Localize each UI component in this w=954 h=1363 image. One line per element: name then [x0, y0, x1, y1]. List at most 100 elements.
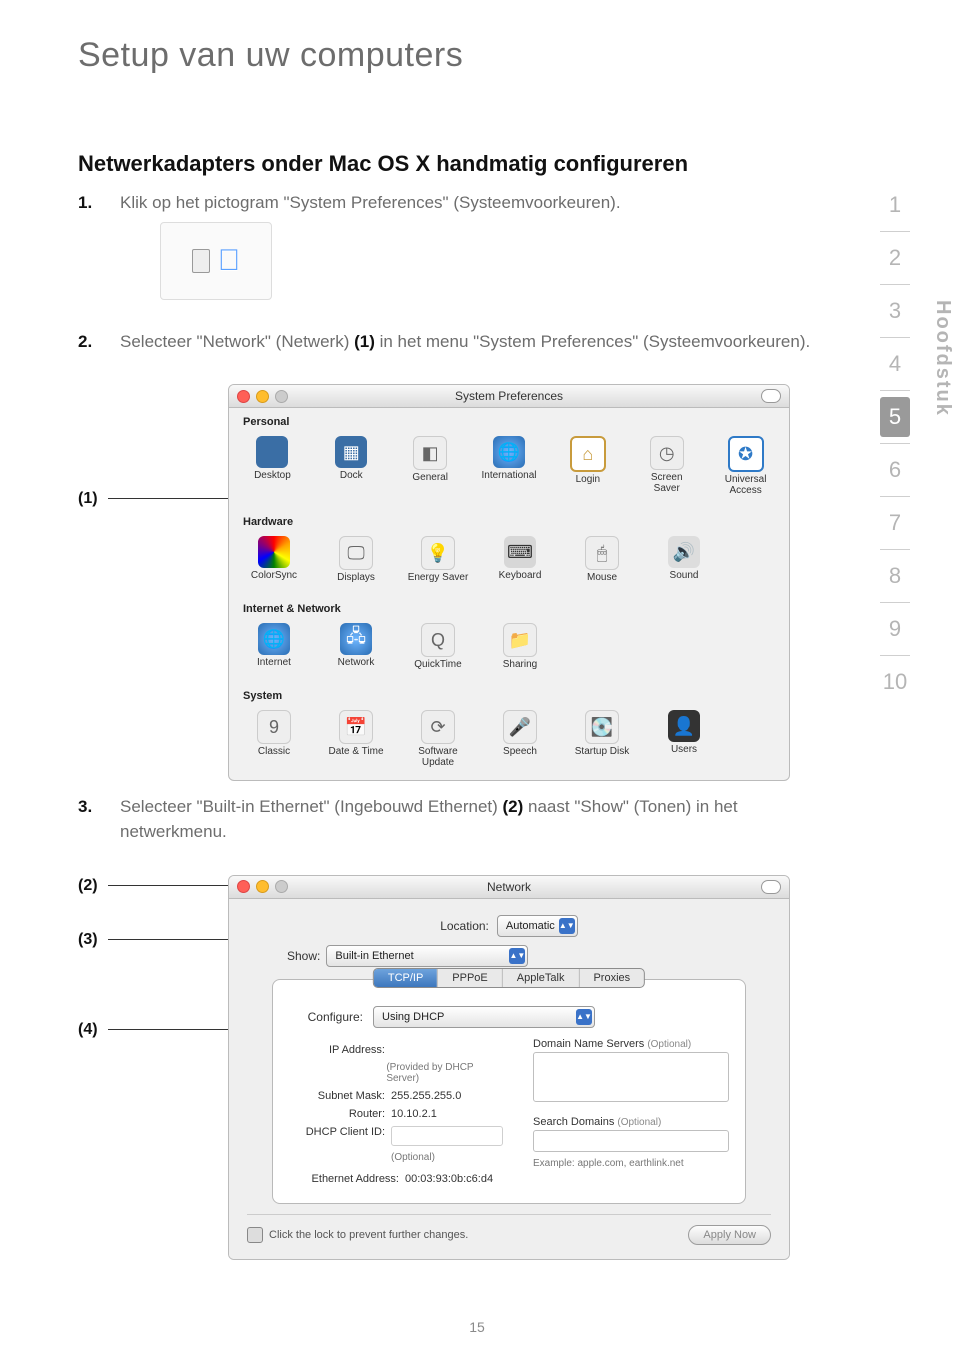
mic-icon: 🎤: [503, 710, 537, 744]
chapter-7[interactable]: 7: [880, 503, 910, 543]
pref-startup[interactable]: 💽Startup Disk: [571, 710, 633, 768]
tab-pppoe[interactable]: PPPoE: [438, 969, 502, 987]
pref-quicktime[interactable]: QQuickTime: [407, 623, 469, 670]
search-optional: (Optional): [617, 1117, 661, 1128]
chapter-1[interactable]: 1: [880, 185, 910, 225]
lock-row[interactable]: Click the lock to prevent further change…: [247, 1227, 468, 1243]
screensaver-icon: ◷: [650, 436, 684, 470]
window-title: System Preferences: [229, 389, 789, 403]
client-id-field[interactable]: [391, 1126, 503, 1146]
tab-tcpip[interactable]: TCP/IP: [374, 969, 438, 987]
chapter-4[interactable]: 4: [880, 344, 910, 384]
search-domains-input[interactable]: [533, 1130, 729, 1152]
desktop-icon: [256, 436, 288, 468]
chapter-9[interactable]: 9: [880, 609, 910, 649]
pref-universal[interactable]: ✪Universal Access: [716, 436, 775, 496]
page-number: 15: [0, 1319, 954, 1335]
pref-network[interactable]: 🖧Network: [325, 623, 387, 670]
search-heading: Search Domains: [533, 1116, 614, 1128]
callout-3: (3): [78, 931, 228, 949]
close-icon[interactable]: [237, 880, 250, 893]
toolbar-toggle-icon[interactable]: [761, 880, 781, 894]
router-label: Router:: [289, 1108, 385, 1120]
pref-internet[interactable]: 🌐Internet: [243, 623, 305, 670]
pref-general[interactable]: ◧ General: [401, 436, 460, 496]
toolbar-toggle-icon[interactable]: [761, 389, 781, 403]
pref-sw-update[interactable]: ⟳Software Update: [407, 710, 469, 768]
apply-now-button[interactable]: Apply Now: [688, 1225, 771, 1245]
configure-select[interactable]: Using DHCP ▲▼: [373, 1006, 595, 1028]
dns-heading: Domain Name Servers: [533, 1038, 644, 1050]
tcpip-right-col: Domain Name Servers (Optional) Search Do…: [533, 1038, 729, 1191]
pref-energy[interactable]: 💡Energy Saver: [407, 536, 469, 583]
label: International: [481, 470, 536, 481]
calendar-icon: 📅: [339, 710, 373, 744]
keyboard-icon: ⌨: [504, 536, 536, 568]
chapter-3[interactable]: 3: [880, 291, 910, 331]
pref-sound[interactable]: 🔊Sound: [653, 536, 715, 583]
pref-international[interactable]: 🌐International: [480, 436, 539, 496]
zoom-icon[interactable]: [275, 880, 288, 893]
network-block: (2) (3) (4) Network Location: Automatic: [78, 875, 834, 1260]
callout-2-label: (2): [78, 877, 98, 894]
pref-mouse[interactable]: 🖱 Mouse: [571, 536, 633, 583]
label: Classic: [258, 746, 290, 757]
label: Sound: [670, 570, 699, 581]
chapter-6[interactable]: 6: [880, 450, 910, 490]
sharing-icon: 📁: [503, 623, 537, 657]
callout-1: (1): [78, 490, 228, 508]
show-select[interactable]: Built-in Ethernet ▲▼: [326, 945, 528, 967]
step-2-number: 2.: [78, 330, 104, 355]
pref-datetime[interactable]: 📅 Date & Time: [325, 710, 387, 768]
network-icon: 🖧: [340, 623, 372, 655]
apple-logo-icon: : [218, 239, 241, 283]
chapter-5-active[interactable]: 5: [880, 397, 910, 437]
chapter-2[interactable]: 2: [880, 238, 910, 278]
general-icon: ◧: [413, 436, 447, 470]
subnet-value: 255.255.255.0: [391, 1090, 461, 1102]
tab-proxies[interactable]: Proxies: [579, 969, 644, 987]
main-content: Netwerkadapters onder Mac OS X handmatig…: [0, 85, 954, 1260]
eth-value: 00:03:93:0b:c6:d4: [405, 1173, 493, 1185]
label: Mouse: [587, 572, 617, 583]
chapter-10[interactable]: 10: [880, 662, 910, 702]
pref-speech[interactable]: 🎤Speech: [489, 710, 551, 768]
lock-icon: [247, 1227, 263, 1243]
tab-appletalk[interactable]: AppleTalk: [503, 969, 580, 987]
label: Displays: [337, 572, 375, 583]
mouse-icon: 🖱: [585, 536, 619, 570]
eth-label: Ethernet Address:: [289, 1173, 399, 1185]
minimize-icon[interactable]: [256, 880, 269, 893]
pref-users[interactable]: 👤Users: [653, 710, 715, 768]
location-select[interactable]: Automatic ▲▼: [497, 915, 578, 937]
label: General: [412, 472, 448, 483]
label: Date & Time: [328, 746, 383, 757]
pref-desktop[interactable]: Desktop: [243, 436, 302, 496]
pref-login[interactable]: ⌂Login: [558, 436, 617, 496]
pref-classic[interactable]: 9Classic: [243, 710, 305, 768]
zoom-icon[interactable]: [275, 390, 288, 403]
dns-input[interactable]: [533, 1052, 729, 1102]
step-2-text-a: Selecteer "Network" (Netwerk): [120, 332, 354, 351]
system-heading: System: [243, 690, 775, 702]
network-window: Network Location: Automatic ▲▼ Show: Bui…: [228, 875, 790, 1260]
callout-3-label: (3): [78, 931, 98, 948]
sysprefs-block: (1) System Preferences Personal Desktop …: [78, 384, 834, 781]
label: Dock: [340, 470, 363, 481]
minimize-icon[interactable]: [256, 390, 269, 403]
chapter-8[interactable]: 8: [880, 556, 910, 596]
pref-dock[interactable]: ▦Dock: [322, 436, 381, 496]
step-3-number: 3.: [78, 795, 104, 844]
pref-screensaver[interactable]: ◷Screen Saver: [637, 436, 696, 496]
chevron-updown-icon: ▲▼: [509, 948, 525, 964]
step-1: 1. Klik op het pictogram "System Prefere…: [78, 191, 834, 300]
close-icon[interactable]: [237, 390, 250, 403]
pref-keyboard[interactable]: ⌨Keyboard: [489, 536, 551, 583]
pref-colorsync[interactable]: ColorSync: [243, 536, 305, 583]
pref-sharing[interactable]: 📁Sharing: [489, 623, 551, 670]
pref-displays[interactable]: 🖵Displays: [325, 536, 387, 583]
router-value: 10.10.2.1: [391, 1108, 437, 1120]
bulb-icon: 💡: [421, 536, 455, 570]
configure-value: Using DHCP: [382, 1011, 444, 1023]
quicktime-icon: Q: [421, 623, 455, 657]
